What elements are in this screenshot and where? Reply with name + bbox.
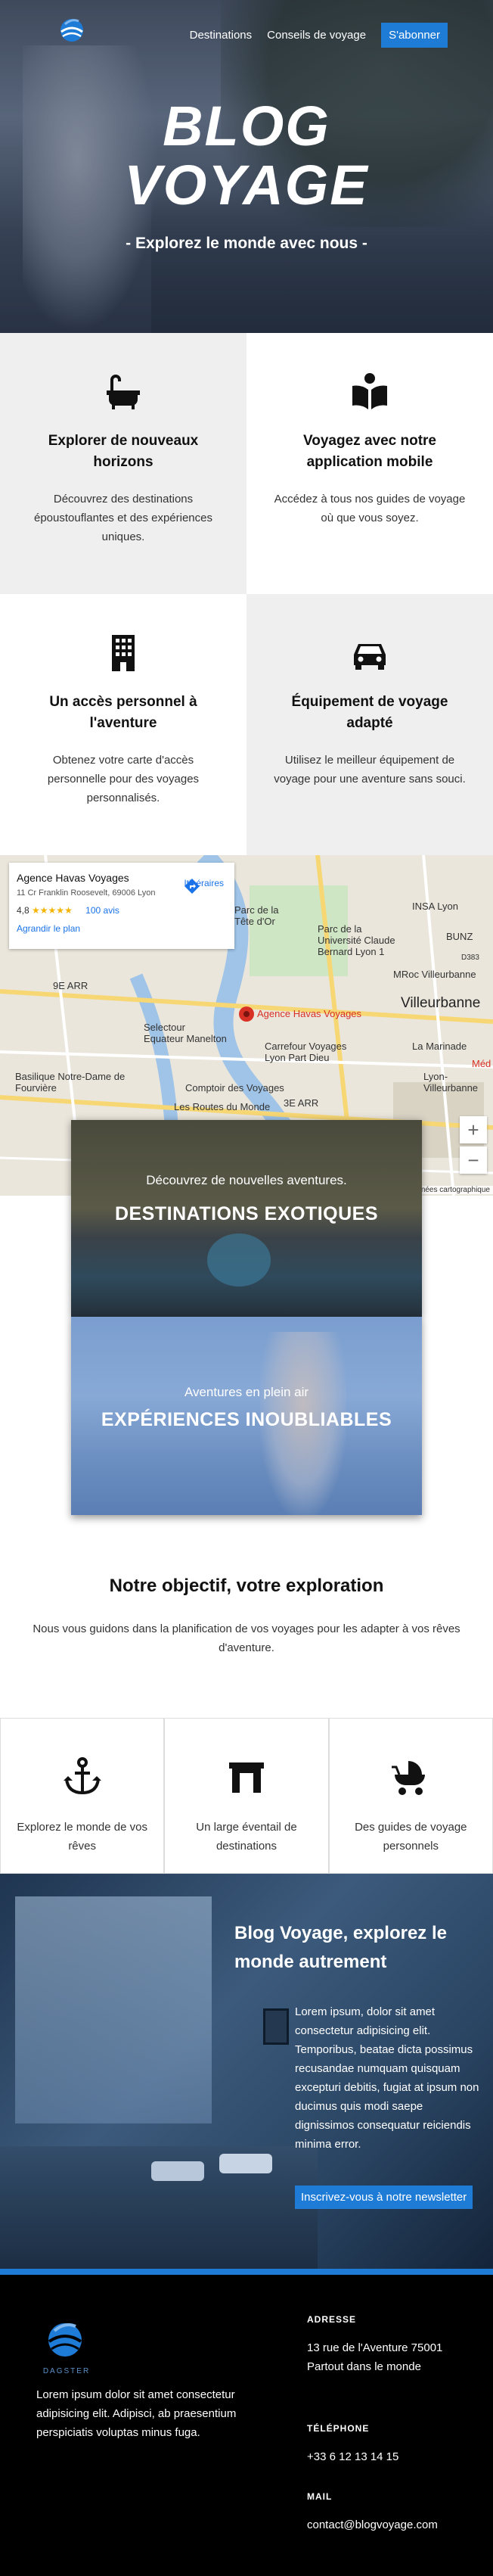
feature-title: Équipement de voyage adapté xyxy=(291,694,448,731)
map-rating-value: 4,8 xyxy=(17,905,29,916)
map-label: Les Routes du Monde xyxy=(174,1101,271,1112)
promo-title: DESTINATIONS EXOTIQUES xyxy=(114,1203,379,1224)
hero-title-line2: VOYAGE xyxy=(124,154,369,216)
star-icon: ★★★★★ xyxy=(32,905,73,916)
car-icon xyxy=(354,644,386,670)
value-text: Un large éventail de destinations xyxy=(196,1821,297,1853)
hero-subtitle: - Explorez le monde avec nous - xyxy=(126,235,367,252)
footer-mail: MAIL contact@blogvoyage.com xyxy=(307,2491,473,2534)
value-box: Des guides de voyage personnels xyxy=(328,1718,493,1874)
map-reviews-link[interactable]: 100 avis xyxy=(85,905,119,916)
feature-card: Voyagez avec notre application mobile Ac… xyxy=(246,333,493,594)
map-label: Selectour Equateur Manelton xyxy=(144,1022,227,1044)
gate-icon xyxy=(228,1762,264,1793)
hero-title: BLOG VOYAGE xyxy=(0,97,493,215)
newsletter-text: Lorem ipsum, dolor sit amet consectetur … xyxy=(295,2005,479,2151)
anchor-icon xyxy=(63,1757,101,1795)
map-label: 3E ARR xyxy=(284,1097,319,1109)
feature-card: Explorer de nouveaux horizons Découvrez … xyxy=(0,333,246,594)
newsletter-signup-button[interactable]: Inscrivez-vous à notre newsletter xyxy=(295,2186,473,2209)
footer-about: Lorem ipsum dolor sit amet consectetur a… xyxy=(36,2388,237,2439)
nav-link-destinations[interactable]: Destinations xyxy=(190,29,253,42)
map-label: INSA Lyon xyxy=(412,901,458,912)
promo-title: EXPÉRIENCES INOUBLIABLES xyxy=(101,1409,392,1430)
zoom-out-button[interactable]: − xyxy=(460,1146,487,1174)
map-label: Parc de la Tête d'Or xyxy=(234,904,279,927)
objective-title: Notre objectif, votre exploration xyxy=(109,1576,384,1596)
accent-bar xyxy=(0,2269,493,2275)
promo-subtitle: Découvrez de nouvelles aventures. xyxy=(146,1173,347,1187)
stroller-icon xyxy=(392,1761,426,1795)
value-box: Explorez le monde de vos rêves xyxy=(0,1718,165,1874)
map-label: 9E ARR xyxy=(53,980,88,991)
value-text: Explorez le monde de vos rêves xyxy=(17,1821,147,1853)
directions-icon xyxy=(184,879,200,894)
promo-pool-decor xyxy=(207,1234,271,1286)
newsletter-title: Blog Voyage, explorez le monde autrement xyxy=(234,1923,447,1972)
footer-phone: TÉLÉPHONE +33 6 12 13 14 15 xyxy=(307,2423,473,2466)
hero-section: Destinations Conseils de voyage S'abonne… xyxy=(0,0,493,333)
map-label: Lyon-Villeurbanne xyxy=(423,1071,479,1094)
footer-address: ADRESSE 13 rue de l'Aventure 75001 Parto… xyxy=(307,2314,473,2376)
map-rating: 4,8 ★★★★★ 100 avis xyxy=(17,905,227,916)
map-label: Villeurbanne xyxy=(401,995,481,1011)
nav-link-conseils[interactable]: Conseils de voyage xyxy=(267,29,366,42)
footer-brand: DAGSTER xyxy=(42,2367,91,2375)
footer-phone-value[interactable]: +33 6 12 13 14 15 xyxy=(307,2447,473,2466)
map-bigger-link[interactable]: Agrandir le plan xyxy=(17,923,227,934)
footer-logo-icon[interactable] xyxy=(42,2316,88,2364)
newsletter-pillow-decor xyxy=(219,2154,272,2173)
footer-mail-label: MAIL xyxy=(307,2491,333,2502)
objective-text: Nous vous guidons dans la planification … xyxy=(33,1622,460,1654)
bathtub-icon xyxy=(107,375,140,409)
logo-icon[interactable] xyxy=(54,14,89,44)
map-label: BUNZ xyxy=(446,931,473,942)
promo-subtitle: Aventures en plein air xyxy=(184,1385,309,1399)
map-directions-button[interactable]: Itinéraires xyxy=(184,878,224,894)
features-grid: Explorer de nouveaux horizons Découvrez … xyxy=(0,333,493,855)
map-label: D383 xyxy=(461,954,479,962)
map-label: La Marinade xyxy=(412,1041,467,1052)
newsletter-section: Blog Voyage, explorez le monde autrement… xyxy=(0,1874,493,2275)
promo-card-exotic[interactable]: Découvrez de nouvelles aventures. DESTIN… xyxy=(71,1120,422,1317)
subscribe-button[interactable]: S'abonner xyxy=(381,23,448,48)
feature-text: Utilisez le meilleur équipement de voyag… xyxy=(274,754,466,786)
value-box: Un large éventail de destinations xyxy=(164,1718,329,1874)
feature-title: Un accès personnel à l'aventure xyxy=(49,694,197,731)
feature-title: Voyagez avec notre application mobile xyxy=(302,433,436,470)
map-label: MRoc Villeurbanne xyxy=(393,969,476,980)
hero-title-line1: BLOG xyxy=(163,95,330,157)
feature-title: Explorer de nouveaux horizons xyxy=(48,433,199,470)
newsletter-frame-decor xyxy=(263,2008,289,2045)
feature-card: Équipement de voyage adapté Utilisez le … xyxy=(246,594,493,855)
feature-text: Obtenez votre carte d'accès personnelle … xyxy=(47,754,200,804)
newsletter-pillow-decor xyxy=(151,2161,204,2181)
newsletter-window-decor xyxy=(15,1896,212,2123)
footer-address-value: 13 rue de l'Aventure 75001 Partout dans … xyxy=(307,2341,443,2373)
zoom-in-button[interactable]: + xyxy=(460,1116,487,1143)
map-label: Méd xyxy=(472,1058,491,1069)
book-icon xyxy=(352,373,387,409)
map-label: Carrefour Voyages Lyon Part Dieu xyxy=(265,1041,347,1063)
map-label: Basilique Notre-Dame de Fourvière xyxy=(15,1071,126,1094)
footer-address-label: ADRESSE xyxy=(307,2314,357,2325)
map-label: Parc de la Université Claude Bernard Lyo… xyxy=(318,923,395,957)
feature-text: Découvrez des destinations époustouflant… xyxy=(34,493,212,543)
map-label: Comptoir des Voyages xyxy=(185,1082,284,1094)
feature-card: Un accès personnel à l'aventure Obtenez … xyxy=(0,594,246,855)
values-boxes: Explorez le monde de vos rêves Un large … xyxy=(0,1718,493,1874)
footer-mail-value[interactable]: contact@blogvoyage.com xyxy=(307,2515,473,2534)
feature-text: Accédez à tous nos guides de voyage où q… xyxy=(274,493,466,524)
promo-card-outdoor[interactable]: Aventures en plein air EXPÉRIENCES INOUB… xyxy=(71,1317,422,1515)
map-pin-label[interactable]: Agence Havas Voyages xyxy=(257,1008,361,1019)
footer: DAGSTER Lorem ipsum dolor sit amet conse… xyxy=(0,2275,493,2576)
value-text: Des guides de voyage personnels xyxy=(355,1821,467,1853)
main-nav: Destinations Conseils de voyage S'abonne… xyxy=(190,23,448,48)
footer-phone-label: TÉLÉPHONE xyxy=(307,2423,370,2434)
building-icon xyxy=(112,635,135,671)
map-info-card: Agence Havas Voyages 11 Cr Franklin Roos… xyxy=(9,863,234,949)
